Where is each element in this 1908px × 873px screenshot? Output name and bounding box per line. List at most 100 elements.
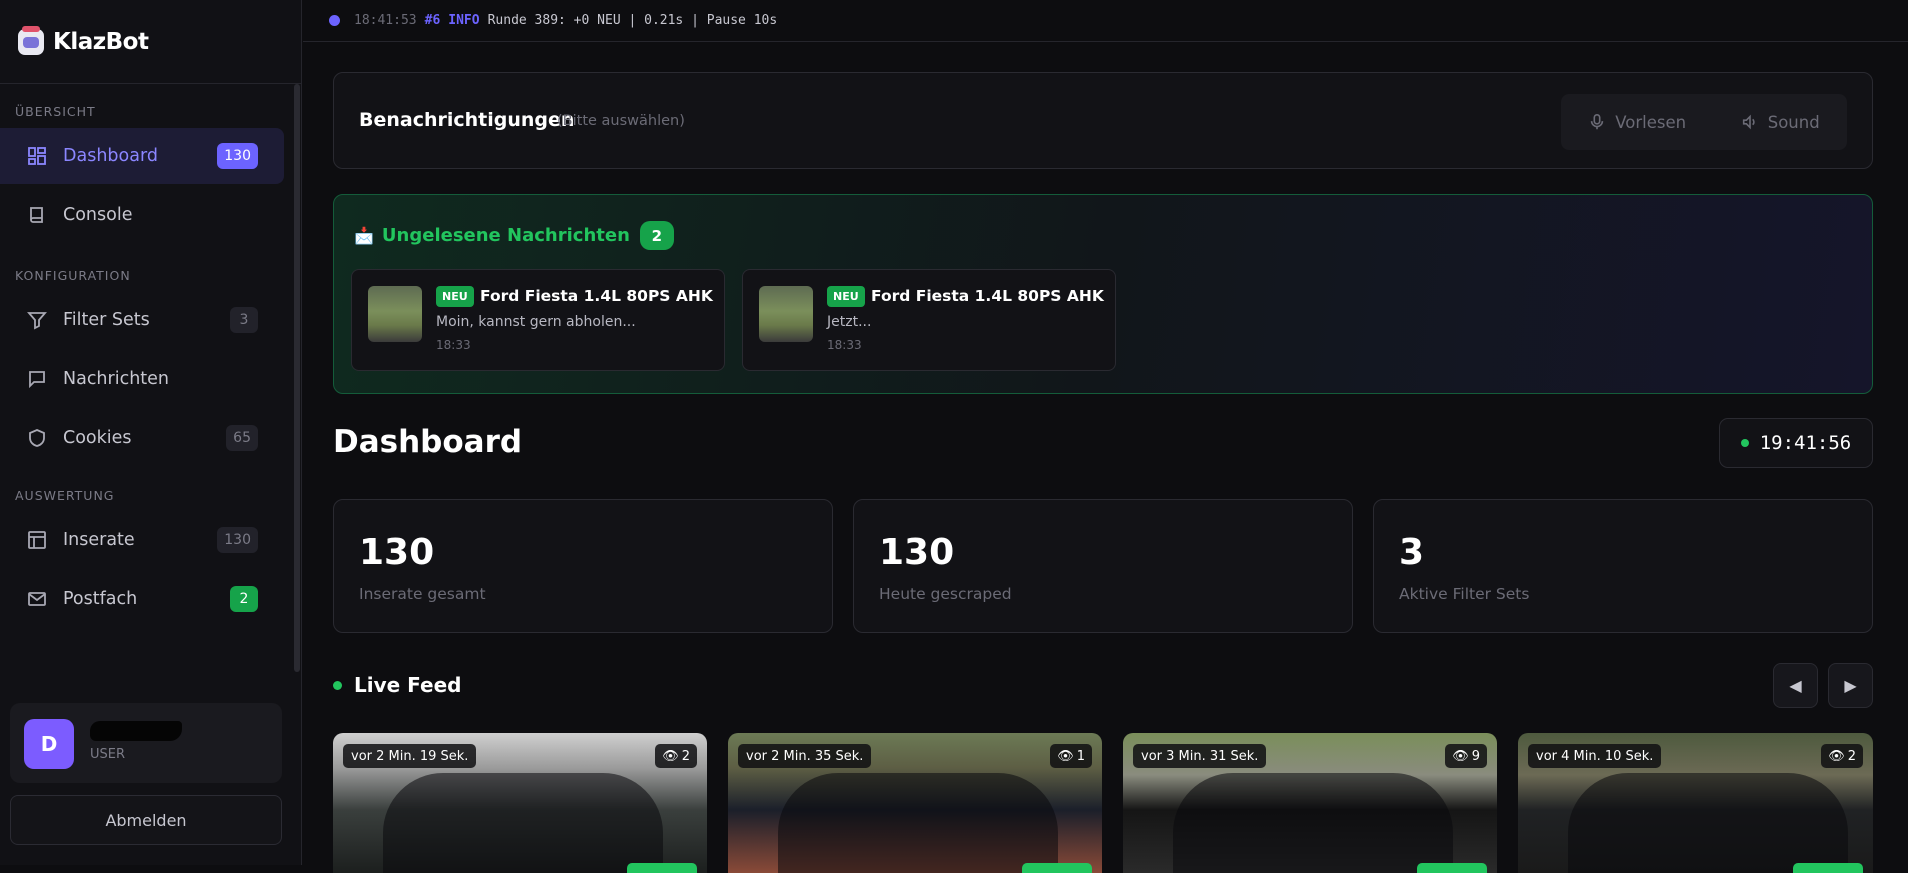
feed-card[interactable]: vor 4 Min. 10 Sek. 👁 2 (1518, 733, 1873, 873)
message-title: Ford Fiesta 1.4L 80PS AHK (871, 287, 1104, 305)
eye-icon: 👁 (662, 748, 679, 764)
views-value: 1 (1076, 748, 1085, 764)
feed-card[interactable]: vor 3 Min. 31 Sek. 👁 9 (1123, 733, 1497, 873)
sidebar-item-filter-sets[interactable]: Filter Sets 3 (0, 292, 284, 348)
sidebar-item-label: Console (63, 205, 133, 225)
sidebar-item-cookies[interactable]: Cookies 65 (0, 410, 284, 466)
sound-label: Sound (1767, 112, 1820, 132)
speaker-icon (1742, 114, 1755, 130)
feed-card[interactable]: vor 2 Min. 35 Sek. 👁 1 (728, 733, 1102, 873)
unread-header: 📩 Ungelesene Nachrichten 2 (354, 221, 674, 250)
count-badge: 2 (230, 586, 258, 612)
sidebar-item-label: Postfach (63, 589, 138, 609)
eye-icon: 👁 (1828, 748, 1845, 764)
message-time: 18:33 (827, 338, 862, 352)
filter-icon (27, 310, 47, 330)
views-value: 9 (1471, 748, 1480, 764)
views-value: 2 (1847, 748, 1856, 764)
mail-icon (27, 589, 47, 609)
car-photo (1173, 773, 1453, 873)
live-feed-header: Live Feed (333, 673, 461, 697)
brand[interactable]: KlazBot (0, 0, 301, 84)
message-card[interactable]: NEU Ford Fiesta 1.4L 80PS AHK Moin, kann… (351, 269, 725, 371)
message-time: 18:33 (436, 338, 471, 352)
unread-title: Ungelesene Nachrichten (381, 225, 630, 246)
envelope-icon: 📩 (354, 226, 374, 245)
stat-card: 130 Inserate gesamt (333, 499, 833, 633)
logout-button[interactable]: Abmelden (10, 795, 282, 845)
user-card[interactable]: D USER (10, 703, 282, 783)
feed-card[interactable]: vor 2 Min. 19 Sek. 👁 2 (333, 733, 707, 873)
message-title: Ford Fiesta 1.4L 80PS AHK (480, 287, 713, 305)
read-aloud-label: Vorlesen (1615, 112, 1687, 132)
sidebar-item-inserate[interactable]: Inserate 130 (0, 512, 284, 568)
app-name: KlazBot (53, 28, 149, 55)
sidebar-item-label: Nachrichten (63, 369, 170, 389)
feed-next-button[interactable]: ▶ (1828, 663, 1873, 708)
sidebar-item-label: Dashboard (63, 146, 158, 166)
user-role: USER (90, 747, 126, 762)
main-content: Benachrichtigungen (Bitte auswählen) Vor… (333, 0, 1873, 873)
stat-label: Heute gescraped (879, 585, 1012, 603)
stat-value: 3 (1399, 532, 1425, 573)
grid-icon (27, 146, 47, 166)
username-redacted (90, 721, 182, 741)
listing-age: vor 2 Min. 19 Sek. (343, 744, 477, 768)
read-aloud-button[interactable]: Vorlesen (1588, 113, 1686, 132)
listing-age: vor 4 Min. 10 Sek. (1528, 744, 1662, 768)
chat-icon (27, 369, 47, 389)
sidebar-scrollbar[interactable] (294, 84, 300, 672)
stat-label: Aktive Filter Sets (1399, 585, 1530, 603)
unread-count-badge: 2 (639, 221, 674, 250)
stat-value: 130 (879, 532, 955, 573)
listing-age: vor 3 Min. 31 Sek. (1133, 744, 1267, 768)
live-feed-title: Live Feed (354, 673, 462, 697)
message-preview: Moin, kannst gern abholen... (436, 314, 636, 330)
car-photo (1568, 773, 1848, 873)
clock: 19:41:56 (1719, 418, 1873, 468)
notifications-title: Benachrichtigungen (359, 109, 575, 131)
section-label-evaluation: AUSWERTUNG (15, 488, 115, 503)
count-badge: 65 (226, 425, 258, 451)
count-badge: 3 (230, 307, 258, 333)
eye-icon: 👁 (1452, 748, 1469, 764)
view-count: 👁 1 (1050, 744, 1092, 768)
new-tag: NEU (436, 286, 474, 307)
eye-icon: 👁 (1057, 748, 1074, 764)
notification-controls: Vorlesen Sound (1561, 94, 1847, 150)
layout-icon (27, 530, 47, 550)
page-title: Dashboard (333, 424, 523, 460)
live-dot (333, 680, 342, 690)
feed-prev-button[interactable]: ◀ (1773, 663, 1818, 708)
shield-icon (27, 428, 47, 448)
stat-value: 130 (359, 532, 435, 573)
car-thumbnail (368, 286, 422, 342)
view-count: 👁 2 (655, 744, 697, 768)
sidebar-item-nachrichten[interactable]: Nachrichten (0, 351, 284, 407)
stat-card: 3 Aktive Filter Sets (1373, 499, 1873, 633)
car-photo (778, 773, 1058, 873)
listing-age: vor 2 Min. 35 Sek. (738, 744, 872, 768)
count-badge: 130 (217, 143, 258, 169)
sidebar-item-label: Inserate (63, 530, 135, 550)
stat-label: Inserate gesamt (359, 585, 486, 603)
car-photo (383, 773, 663, 873)
microphone-icon (1591, 113, 1604, 130)
sidebar: KlazBot ÜBERSICHT Dashboard 130 Console … (0, 0, 302, 865)
message-card[interactable]: NEU Ford Fiesta 1.4L 80PS AHK Jetzt... 1… (742, 269, 1116, 371)
book-icon (27, 205, 47, 225)
robot-logo-icon (18, 25, 44, 55)
notifications-subtitle: (Bitte auswählen) (557, 113, 685, 129)
new-tag: NEU (827, 286, 865, 307)
stat-card: 130 Heute gescraped (853, 499, 1353, 633)
clock-time: 19:41:56 (1759, 432, 1852, 454)
views-value: 2 (681, 748, 690, 764)
sound-button[interactable]: Sound (1741, 113, 1820, 132)
avatar: D (24, 719, 74, 769)
sidebar-item-postfach[interactable]: Postfach 2 (0, 571, 284, 627)
car-thumbnail (759, 286, 813, 342)
section-label-config: KONFIGURATION (15, 268, 131, 283)
notifications-panel: Benachrichtigungen (Bitte auswählen) Vor… (333, 72, 1873, 169)
sidebar-item-console[interactable]: Console (0, 187, 284, 243)
sidebar-item-dashboard[interactable]: Dashboard 130 (0, 128, 284, 184)
